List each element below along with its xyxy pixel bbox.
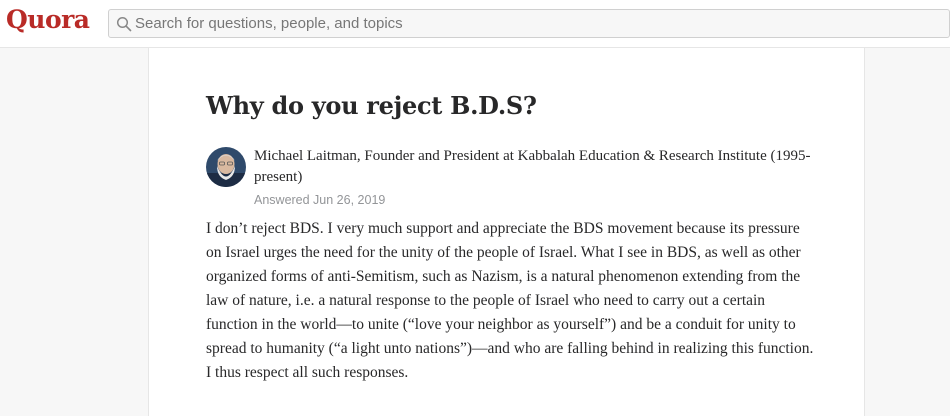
answer-date[interactable]: Answered Jun 26, 2019 xyxy=(254,193,385,207)
search-input[interactable]: Search for questions, people, and topics xyxy=(108,9,950,38)
search-placeholder: Search for questions, people, and topics xyxy=(135,15,403,32)
question-title[interactable]: Why do you reject B.D.S? xyxy=(206,91,537,120)
top-navigation-bar: Quora Search for questions, people, and … xyxy=(0,0,950,48)
author-avatar[interactable] xyxy=(206,147,246,187)
search-icon xyxy=(116,16,132,32)
answer-text: I don’t reject BDS. I very much support … xyxy=(206,220,814,381)
question-card: Why do you reject B.D.S? Michael Laitman… xyxy=(148,48,865,416)
author-credential[interactable]: Michael Laitman, Founder and President a… xyxy=(254,146,814,188)
quora-logo[interactable]: Quora xyxy=(6,5,90,34)
